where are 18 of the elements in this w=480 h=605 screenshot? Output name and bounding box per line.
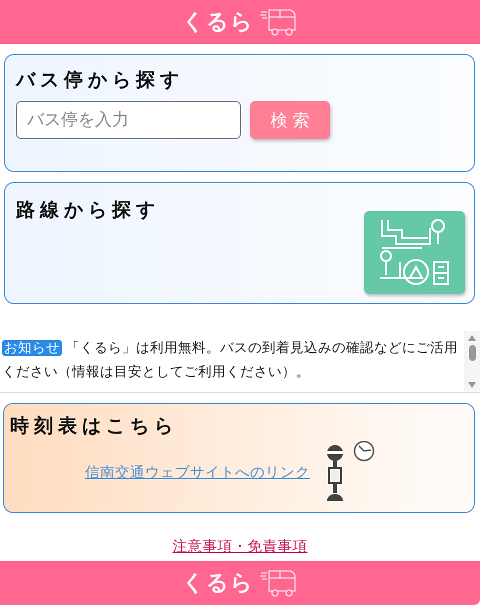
notice-text: お知らせ 「くるら」は利用無料。バスの到着見込みの確認などにご活用ください（情報は目安としてご利用ください）。 — [1, 339, 459, 382]
route-map-icon — [378, 218, 452, 288]
search-button[interactable]: 検 索 — [250, 101, 330, 139]
bus-stop-field[interactable]: バス停を入力 — [16, 101, 241, 139]
logo-text: くるら — [182, 9, 254, 37]
route-map-button[interactable] — [364, 211, 465, 294]
scroll-down-icon[interactable] — [468, 382, 476, 388]
website-link[interactable]: 信南交通ウェブサイトへのリンク — [85, 462, 310, 482]
scrollbar-thumb[interactable] — [468, 344, 476, 361]
scroll-up-icon[interactable] — [468, 335, 476, 342]
section-title: 時刻表はこちら — [10, 414, 179, 440]
disclaimer-link[interactable]: 注意事項・免責事項 — [172, 537, 308, 556]
notice-badge: お知らせ — [2, 340, 62, 356]
section-title: バス停から探す — [16, 68, 185, 93]
section-title: 路線から探す — [16, 198, 161, 224]
logo-text: くるら — [182, 570, 254, 598]
bus-icon — [260, 7, 298, 37]
bus-icon — [260, 568, 298, 598]
